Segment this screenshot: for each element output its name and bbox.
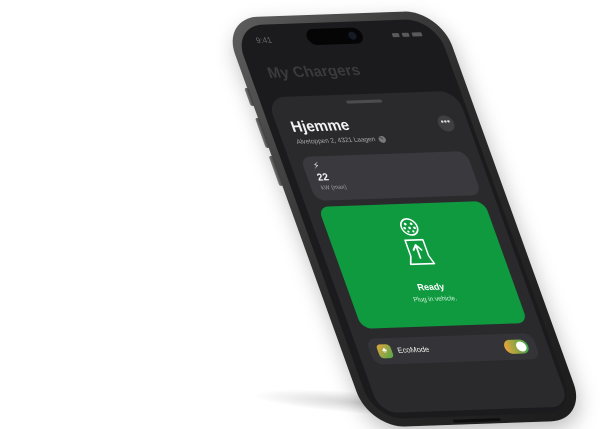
eco-leaf-icon: ♣ [375, 344, 395, 359]
wifi-icon [401, 32, 410, 37]
status-icons [391, 32, 423, 38]
charger-status-title: Ready [415, 281, 446, 293]
charger-sheet: Hjemme Alvetoppen 2, 4321 Laagen ✎ ••• ⚡… [266, 90, 570, 414]
ecomode-toggle[interactable] [501, 339, 531, 355]
power-unit: kW (max) [320, 184, 348, 192]
more-options-button[interactable]: ••• [435, 115, 457, 132]
phone-frame: 9:41 My Chargers Hjemme Alvetoppen 2, 43… [222, 10, 587, 428]
power-card: ⚡ 22 kW (max) [300, 151, 482, 201]
sheet-grabber[interactable] [345, 99, 383, 104]
charger-status-subtitle: Plug in vehicle. [412, 295, 459, 304]
power-value: 22 [315, 172, 331, 184]
charger-name: Hjemme [288, 116, 353, 136]
page-title: My Chargers [264, 61, 364, 83]
battery-icon [411, 32, 423, 37]
charger-address-row: Alvetoppen 2, 4321 Laagen ✎ [295, 135, 387, 146]
bolt-icon: ⚡ [311, 160, 322, 171]
phone-mockup: 9:41 My Chargers Hjemme Alvetoppen 2, 43… [222, 10, 587, 428]
charger-address: Alvetoppen 2, 4321 Laagen [295, 136, 377, 146]
ecomode-row: ♣ EcoMode [365, 332, 541, 365]
signal-icon [391, 33, 400, 38]
dynamic-island [304, 27, 366, 46]
ellipsis-icon: ••• [438, 116, 452, 127]
charger-status-card[interactable]: Ready Plug in vehicle. [317, 201, 528, 329]
camera-icon [347, 31, 358, 40]
edit-address-icon[interactable]: ✎ [377, 135, 387, 143]
status-time: 9:41 [254, 35, 273, 45]
ecomode-label: EcoMode [396, 344, 431, 355]
phone-screen: 9:41 My Chargers Hjemme Alvetoppen 2, 43… [232, 18, 577, 420]
ev-plug-icon [400, 218, 436, 266]
toggle-knob [514, 341, 529, 352]
action-button [244, 87, 255, 107]
speaker-grille [452, 418, 502, 423]
